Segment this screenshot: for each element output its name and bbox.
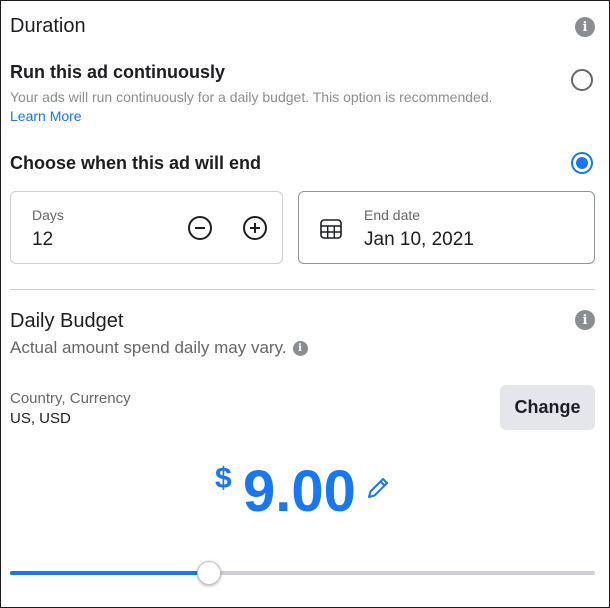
minus-glyph [195, 227, 205, 229]
info-icon[interactable]: i [575, 17, 595, 37]
run-continuously-description: Your ads will run continuously for a dai… [10, 89, 493, 105]
budget-slider-track[interactable] [10, 561, 595, 585]
plus-glyph [250, 223, 260, 233]
country-currency-label: Country, Currency [10, 390, 131, 407]
daily-budget-title: Daily Budget [10, 310, 124, 332]
section-divider [10, 289, 595, 290]
radio-selected-dot [576, 157, 588, 169]
learn-more-link[interactable]: Learn More [10, 108, 82, 124]
run-continuously-radio[interactable] [571, 69, 593, 91]
budget-amount[interactable]: 9.00 [243, 458, 356, 526]
pencil-icon[interactable] [365, 475, 391, 506]
plus-circle-icon[interactable] [243, 216, 267, 240]
budget-slider-thumb[interactable] [197, 561, 221, 585]
info-icon[interactable]: i [292, 340, 308, 356]
info-icon[interactable]: i [575, 310, 595, 330]
change-button[interactable]: Change [500, 385, 595, 430]
minus-circle-icon[interactable] [188, 216, 212, 240]
country-currency-value: US, USD [10, 410, 71, 427]
budget-subtitle: Actual amount spend daily may vary. [10, 338, 287, 357]
days-label: Days [32, 207, 64, 223]
currency-symbol: $ [215, 462, 232, 495]
days-field[interactable]: Days 12 [10, 191, 283, 264]
duration-title: Duration [10, 15, 86, 37]
budget-slider-fill [10, 571, 209, 575]
days-value[interactable]: 12 [32, 229, 53, 251]
end-date-field[interactable]: End date Jan 10, 2021 [298, 191, 595, 264]
end-date-label: End date [364, 207, 421, 223]
choose-end-label: Choose when this ad will end [10, 153, 262, 173]
budget-subtitle-row: Actual amount spend daily may vary. i [10, 338, 308, 358]
calendar-icon[interactable] [319, 217, 343, 246]
run-continuously-label: Run this ad continuously [10, 62, 225, 82]
end-date-value[interactable]: Jan 10, 2021 [364, 229, 474, 251]
choose-end-radio[interactable] [571, 152, 593, 174]
